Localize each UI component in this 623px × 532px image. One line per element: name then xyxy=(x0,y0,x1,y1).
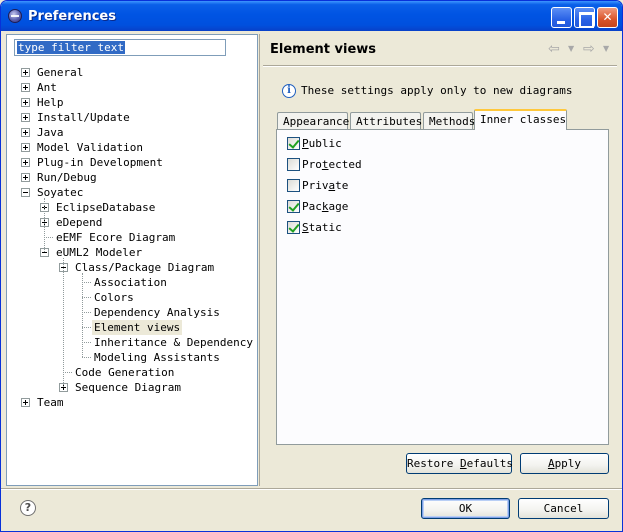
cancel-button[interactable]: Cancel xyxy=(518,498,609,519)
tree-connector xyxy=(82,327,91,328)
tree-item-label: Plug-in Development xyxy=(37,156,163,169)
tree-item-label: Modeling Assistants xyxy=(94,351,220,364)
expand-icon[interactable] xyxy=(21,83,30,92)
tree-item-label: General xyxy=(37,66,84,79)
tree-connector xyxy=(82,282,91,283)
pane-splitter[interactable] xyxy=(259,34,260,486)
tree-connector xyxy=(82,297,91,298)
tree-guide-line xyxy=(44,198,45,252)
back-history-dropdown-icon[interactable]: ▼ xyxy=(568,44,574,53)
expand-icon[interactable] xyxy=(21,398,30,407)
option-label: Private xyxy=(302,179,349,192)
tree-item-label: Java xyxy=(37,126,64,139)
inner-classes-panel: Public Protected Private Package Static xyxy=(276,129,609,445)
tree-item-label: eDepend xyxy=(56,216,103,229)
tree-connector xyxy=(44,237,53,238)
tree-item-label: EclipseDatabase xyxy=(56,201,156,214)
restore-defaults-label: Restore Defaults xyxy=(407,457,513,470)
expand-icon[interactable] xyxy=(21,113,30,122)
tree-item-label: Model Validation xyxy=(37,141,143,154)
close-button[interactable]: ✕ xyxy=(597,7,618,28)
filter-input-value: type filter text xyxy=(17,41,125,54)
tree-item-label: Team xyxy=(37,396,64,409)
tree-item-label: eEMF Ecore Diagram xyxy=(56,231,176,244)
forward-history-dropdown-icon[interactable]: ▼ xyxy=(603,44,609,53)
static-checkbox[interactable] xyxy=(287,221,300,234)
package-checkbox[interactable] xyxy=(287,200,300,213)
expand-icon[interactable] xyxy=(21,68,30,77)
tree-item-label: Ant xyxy=(37,81,57,94)
tree-item-label: Dependency Analysis xyxy=(94,306,220,319)
apply-label: Apply xyxy=(547,457,582,470)
private-checkbox[interactable] xyxy=(287,179,300,192)
option-label: Static xyxy=(302,221,342,234)
preferences-window: Preferences ✕ type filter text General An… xyxy=(0,0,623,532)
public-checkbox[interactable] xyxy=(287,137,300,150)
collapse-icon[interactable] xyxy=(21,188,30,197)
tree-item-label: Association xyxy=(94,276,167,289)
option-label: Package xyxy=(302,200,349,213)
tree-item-label: Help xyxy=(37,96,64,109)
eclipse-icon xyxy=(8,9,22,23)
tree-item-label: Soyatec xyxy=(37,186,84,199)
tree-item-label: Colors xyxy=(94,291,134,304)
expand-icon[interactable] xyxy=(21,143,30,152)
tree-guide-line xyxy=(63,258,64,387)
tree-item-label: Sequence Diagram xyxy=(75,381,181,394)
tree-item-label: eUML2 Modeler xyxy=(56,246,143,259)
tree-connector xyxy=(82,357,91,358)
tree-item-label: Install/Update xyxy=(37,111,130,124)
expand-icon[interactable] xyxy=(21,98,30,107)
tree-connector xyxy=(82,312,91,313)
tree-item-label: Inheritance & Dependency xyxy=(94,336,253,349)
expand-icon[interactable] xyxy=(21,173,30,182)
filter-input[interactable]: type filter text xyxy=(14,39,226,56)
minimize-button[interactable] xyxy=(551,7,572,28)
tree-item-label: Run/Debug xyxy=(37,171,97,184)
expand-icon[interactable] xyxy=(21,128,30,137)
preference-tree-pane: type filter text General Ant Help Install/U… xyxy=(6,34,258,486)
info-message: These settings apply only to new diagram… xyxy=(301,84,573,97)
tree-item-label: Class/Package Diagram xyxy=(75,261,215,274)
restore-defaults-button[interactable]: Restore Defaults xyxy=(406,453,513,474)
tree-connector xyxy=(63,372,72,373)
option-label: Public xyxy=(302,137,342,150)
header-divider-highlight xyxy=(263,66,617,67)
protected-checkbox[interactable] xyxy=(287,158,300,171)
ok-button[interactable]: OK xyxy=(421,498,510,519)
info-icon: i xyxy=(282,84,296,98)
help-icon[interactable]: ? xyxy=(20,500,36,516)
window-title: Preferences xyxy=(28,9,116,24)
page-header: Element views ⇦ ▼ ⇨ ▼ xyxy=(263,34,617,64)
tree-connector xyxy=(82,342,91,343)
tree-guide-line xyxy=(82,273,83,357)
back-arrow-icon[interactable]: ⇦ xyxy=(548,41,560,57)
expand-icon[interactable] xyxy=(21,158,30,167)
tree-item-label: Code Generation xyxy=(75,366,175,379)
footer-divider-highlight xyxy=(1,489,622,490)
forward-arrow-icon[interactable]: ⇨ xyxy=(583,41,595,57)
tree-item-label: Element views xyxy=(92,320,183,335)
page-title: Element views xyxy=(270,42,377,57)
maximize-button[interactable] xyxy=(574,7,595,28)
tab-inner-classes[interactable]: Inner classes xyxy=(474,109,567,130)
apply-button[interactable]: Apply xyxy=(520,453,609,474)
option-label: Protected xyxy=(302,158,362,171)
title-bar[interactable]: Preferences ✕ xyxy=(1,1,622,31)
